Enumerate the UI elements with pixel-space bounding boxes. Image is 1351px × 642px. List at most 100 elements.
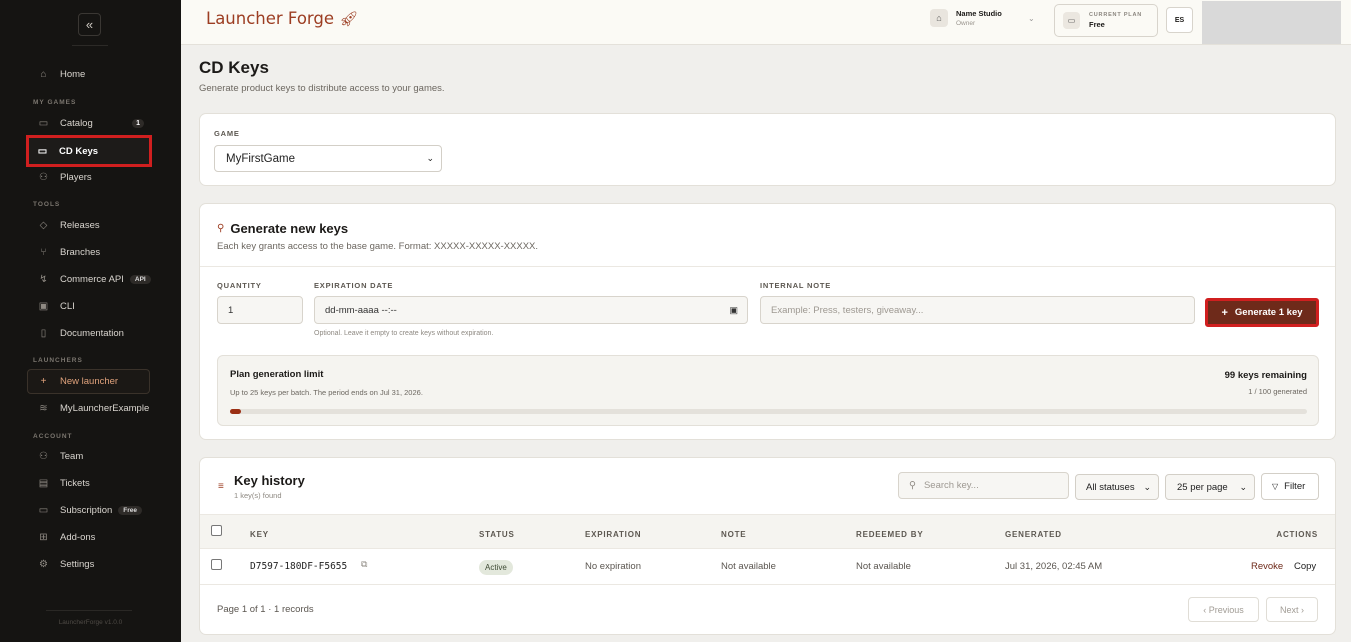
users-icon: ⚇ [39, 172, 48, 183]
sidebar-item-commerce-api[interactable]: ↯ Commerce API API [28, 266, 152, 293]
game-select-value: MyFirstGame [226, 152, 295, 165]
studio-switcher[interactable]: ⌂ Name Studio Owner [930, 9, 1002, 27]
user-avatar-area[interactable] [1202, 1, 1341, 44]
sidebar-item-cli[interactable]: ▣ CLI [28, 293, 152, 320]
sidebar-item-tickets[interactable]: ▤ Tickets [28, 470, 152, 497]
document-icon: ▯ [40, 328, 47, 339]
limit-title: Plan generation limit [230, 369, 324, 380]
card-icon: ▭ [38, 505, 49, 516]
language-switcher[interactable]: ES [1166, 7, 1193, 33]
calendar-icon[interactable]: ▣ [729, 305, 738, 316]
sidebar-item-label: Team [60, 451, 84, 462]
row-checkbox[interactable] [211, 559, 222, 570]
copy-key-icon[interactable]: ⧉ [361, 559, 367, 570]
home-icon: ⌂ [40, 69, 47, 80]
current-plan-button[interactable]: ▭ CURRENT PLAN Free [1054, 4, 1158, 37]
filter-label: Filter [1284, 481, 1306, 492]
sidebar-item-launcher-example[interactable]: ≋ MyLauncherExample [28, 395, 168, 422]
top-header: Launcher Forge 🚀︎ ⌂ Name Studio Owner ⌄ … [181, 0, 1351, 45]
note-label: INTERNAL NOTE [760, 281, 832, 290]
sidebar-item-label: Settings [60, 559, 95, 570]
generate-header: ⚲ Generate new keys [217, 221, 348, 236]
sidebar-item-players[interactable]: ⚇ Players [28, 164, 152, 191]
col-redeemed-by[interactable]: REDEEMED BY [856, 530, 923, 539]
next-page-button[interactable]: Next › [1266, 597, 1318, 622]
col-status[interactable]: STATUS [479, 530, 515, 539]
expiration-input[interactable]: dd-mm-aaaa --:-- ▣ [314, 296, 748, 324]
col-key[interactable]: KEY [250, 530, 269, 539]
keys-generated: 1 / 100 generated [1248, 387, 1307, 396]
sidebar-item-releases[interactable]: ◇ Releases [28, 212, 152, 239]
search-icon: ⚲ [909, 480, 916, 491]
terminal-icon: ▣ [38, 301, 49, 312]
sidebar-item-label: Add-ons [60, 532, 96, 543]
sidebar-item-label: Subscription [60, 505, 113, 516]
sidebar-item-label: Branches [60, 247, 101, 258]
sidebar-item-team[interactable]: ⚇ Team [28, 443, 152, 470]
generate-button-label: Generate 1 key [1234, 307, 1303, 318]
sidebar-item-catalog[interactable]: ▭ Catalog 1 [28, 110, 152, 137]
note-input[interactable]: Example: Press, testers, giveaway... [760, 296, 1195, 324]
tag-icon: ◇ [39, 220, 48, 231]
history-title: Key history [234, 473, 305, 488]
sidebar-item-label: Documentation [60, 328, 124, 339]
revoke-link[interactable]: Revoke [1251, 561, 1283, 572]
api-badge: API [129, 275, 151, 284]
copy-link[interactable]: Copy [1294, 561, 1316, 572]
per-page-value: 25 per page [1177, 481, 1228, 493]
status-filter-value: All statuses [1086, 481, 1135, 493]
key-history-card: ≡ Key history 1 key(s) found ⚲ Search ke… [199, 457, 1336, 635]
sidebar-item-addons[interactable]: ⊞ Add-ons [28, 524, 152, 551]
chevron-down-icon: ⌄ [1143, 481, 1151, 492]
sidebar: « ⌂ Home MY GAMES ▭ Catalog 1 ▭ CD Keys … [0, 0, 181, 642]
status-filter-select[interactable]: All statuses ⌄ [1075, 474, 1159, 500]
key-icon: ⚲ [217, 223, 225, 234]
search-placeholder: Search key... [923, 480, 979, 491]
sidebar-item-label: CD Keys [59, 145, 99, 157]
previous-page-button[interactable]: ‹ Previous [1188, 597, 1259, 622]
redeemed-by-value: Not available [856, 561, 911, 572]
generate-keys-button[interactable]: + Generate 1 key [1205, 298, 1319, 327]
expiration-hint: Optional. Leave it empty to create keys … [314, 330, 494, 337]
game-select[interactable]: MyFirstGame ⌄ [214, 145, 442, 172]
search-key-input[interactable]: ⚲ Search key... [898, 472, 1069, 499]
filter-button[interactable]: ▽ Filter [1261, 473, 1319, 500]
expiration-label: EXPIRATION DATE [314, 281, 394, 290]
subscription-badge: Free [118, 506, 143, 515]
col-actions: ACTIONS [1276, 530, 1318, 539]
sidebar-item-home[interactable]: ⌂ Home [28, 61, 152, 88]
col-expiration[interactable]: EXPIRATION [585, 530, 641, 539]
select-all-checkbox[interactable] [211, 525, 222, 536]
folder-icon: ▭ [38, 118, 49, 129]
col-note[interactable]: NOTE [721, 530, 746, 539]
new-launcher-button[interactable]: + New launcher [27, 369, 150, 394]
double-chevron-left-icon: « [85, 17, 94, 32]
per-page-select[interactable]: 25 per page ⌄ [1165, 474, 1255, 500]
sidebar-item-branches[interactable]: ⑂ Branches [28, 239, 152, 266]
sidebar-item-cd-keys[interactable]: ▭ CD Keys [26, 135, 152, 167]
keys-remaining: 99 keys remaining [1224, 370, 1307, 381]
expiration-placeholder: dd-mm-aaaa --:-- [325, 304, 397, 316]
sidebar-item-subscription[interactable]: ▭ Subscription Free [28, 497, 168, 524]
col-generated[interactable]: GENERATED [1005, 530, 1062, 539]
sidebar-item-documentation[interactable]: ▯ Documentation [28, 320, 152, 347]
sidebar-item-label: Commerce API [60, 274, 124, 285]
limit-description: Up to 25 keys per batch. The period ends… [230, 388, 423, 397]
section-my-games: MY GAMES [33, 99, 77, 106]
expiration-value: No expiration [585, 561, 641, 572]
app-logo[interactable]: Launcher Forge 🚀︎ [206, 9, 358, 28]
section-tools: TOOLS [33, 201, 61, 208]
ticket-icon: ▤ [38, 478, 49, 489]
users-icon: ⚇ [39, 451, 48, 462]
collapse-sidebar-button[interactable]: « [78, 13, 101, 36]
sidebar-item-settings[interactable]: ⚙ Settings [28, 551, 152, 578]
chevron-down-icon[interactable]: ⌄ [1028, 14, 1035, 23]
gear-icon: ⚙ [39, 559, 48, 570]
usage-progress-fill [230, 409, 241, 414]
sidebar-item-label: Releases [60, 220, 100, 231]
section-account: ACCOUNT [33, 433, 73, 440]
sidebar-item-label: New launcher [60, 376, 119, 387]
quantity-input[interactable]: 1 [217, 296, 303, 324]
studio-role: Owner [956, 20, 976, 27]
sidebar-item-label: MyLauncherExample [60, 403, 150, 414]
